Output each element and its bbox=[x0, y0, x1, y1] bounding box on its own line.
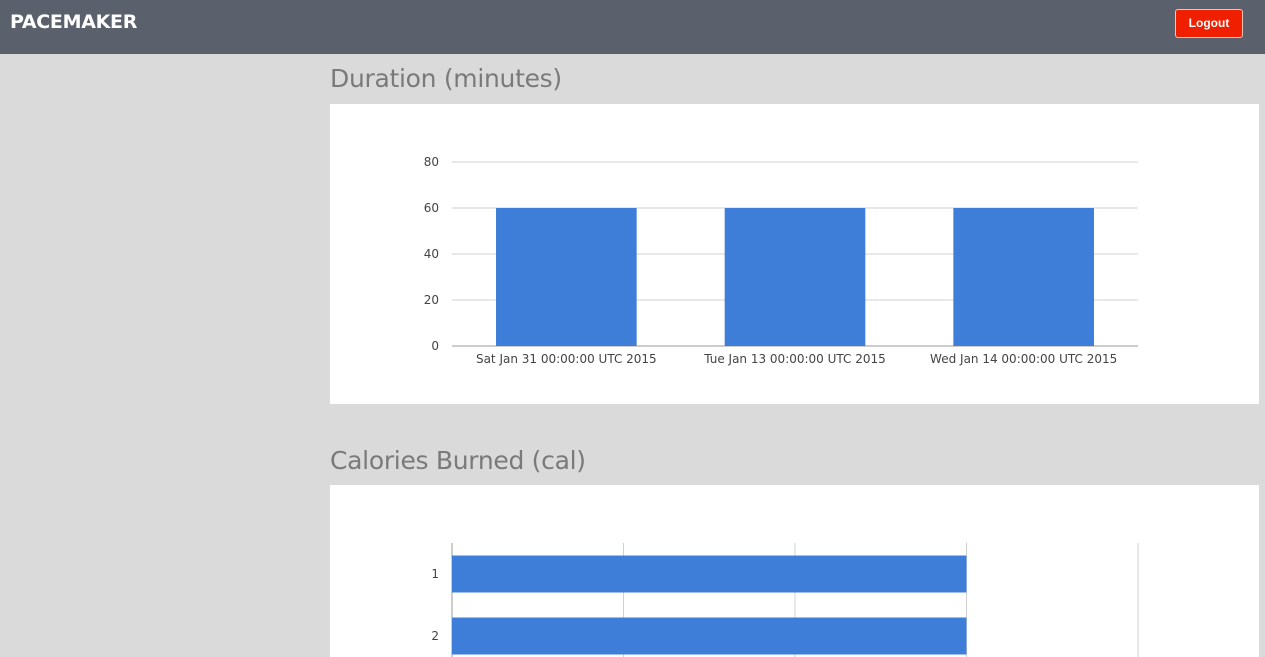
calories-chart: 12 bbox=[431, 543, 1139, 657]
y-tick-label: 2 bbox=[431, 629, 439, 643]
duration-chart: 0 20 40 60 80 Sat Jan 31 00:00:00 UTC 2015 Tue… bbox=[424, 155, 1138, 366]
bar bbox=[452, 555, 967, 593]
bar bbox=[724, 208, 866, 346]
calories-chart-panel: 12 bbox=[330, 485, 1259, 657]
x-tick-label: Sat Jan 31 00:00:00 UTC 2015 bbox=[476, 352, 657, 366]
y-tick-label: 0 bbox=[431, 339, 439, 353]
brand-logo[interactable]: PACEMAKER bbox=[10, 11, 137, 33]
logout-button[interactable]: Logout bbox=[1175, 9, 1243, 38]
y-tick-label: 20 bbox=[424, 293, 439, 307]
y-tick-label: 80 bbox=[424, 155, 439, 169]
bar bbox=[452, 617, 967, 655]
y-tick-label: 60 bbox=[424, 201, 439, 215]
y-tick-label: 1 bbox=[431, 567, 439, 581]
top-navbar: PACEMAKER Logout bbox=[0, 0, 1265, 54]
duration-title: Duration (minutes) bbox=[330, 64, 562, 93]
x-tick-label: Tue Jan 13 00:00:00 UTC 2015 bbox=[703, 352, 886, 366]
x-tick-label: Wed Jan 14 00:00:00 UTC 2015 bbox=[930, 352, 1117, 366]
bar bbox=[953, 208, 1094, 346]
duration-chart-panel: 0 20 40 60 80 Sat Jan 31 00:00:00 UTC 2015 Tue… bbox=[330, 104, 1259, 404]
calories-title: Calories Burned (cal) bbox=[330, 446, 586, 475]
y-tick-label: 40 bbox=[424, 247, 439, 261]
bar bbox=[496, 208, 637, 346]
